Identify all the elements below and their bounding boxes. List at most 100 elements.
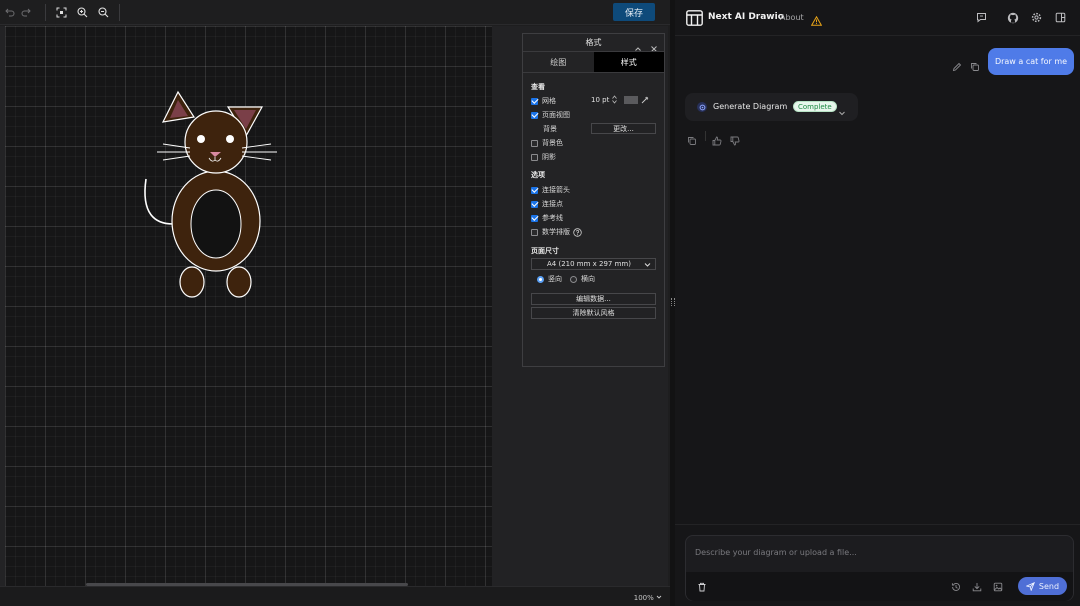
guides-checkbox[interactable] (531, 214, 538, 222)
copy-response-icon[interactable] (687, 131, 697, 150)
options-section-heading: 选项 (531, 171, 545, 179)
tab-diagram[interactable]: 绘图 (523, 52, 594, 72)
about-link[interactable]: About (780, 13, 804, 22)
background-label: 背景 (543, 125, 557, 133)
zoom-level: 100% (633, 594, 654, 602)
status-badge: Complete (793, 101, 837, 112)
chat-composer: Send (685, 535, 1074, 601)
math-checkbox[interactable] (531, 228, 538, 236)
connection-arrows-checkbox[interactable] (531, 186, 538, 194)
shadow-checkbox[interactable] (531, 153, 538, 161)
tab-style[interactable]: 样式 (593, 52, 664, 72)
page-view-checkbox[interactable] (531, 111, 538, 119)
eyedropper-icon[interactable] (641, 96, 649, 104)
help-icon[interactable] (573, 227, 582, 237)
cat-belly (190, 189, 242, 259)
grid-label: 网格 (542, 97, 556, 105)
chevron-down-icon[interactable] (838, 102, 846, 121)
save-button[interactable]: 保存 (613, 3, 655, 21)
grid-checkbox[interactable] (531, 97, 538, 105)
connection-points-label: 连接点 (542, 200, 563, 208)
copy-message-icon[interactable] (970, 57, 980, 76)
github-icon[interactable] (1006, 11, 1019, 24)
shadow-option[interactable]: 阴影 (531, 152, 556, 162)
redo-icon[interactable] (17, 3, 35, 21)
connection-arrows-option[interactable]: 连接箭头 (531, 185, 570, 195)
drawio-editor: 保存 格式 绘图 样式 查看 网格 10 pt 页面视图 背景 更改... 背景… (0, 0, 670, 606)
grid-size-input[interactable]: 10 pt (591, 96, 609, 104)
edit-data-button[interactable]: 编辑数据... (531, 293, 656, 305)
diagram-tool-icon (697, 102, 707, 112)
background-color-checkbox[interactable] (531, 139, 538, 147)
drawio-statusbar: 100% (0, 586, 670, 606)
chat-input-area: Send (675, 524, 1080, 606)
connection-points-option[interactable]: 连接点 (531, 199, 563, 209)
layout-icon[interactable] (1054, 11, 1067, 24)
canvas-page[interactable] (5, 26, 492, 586)
download-icon[interactable] (971, 581, 982, 592)
send-button[interactable]: Send (1018, 577, 1067, 595)
page-size-select[interactable]: A4 (210 mm x 297 mm) (531, 258, 656, 270)
grid-option[interactable]: 网格 (531, 96, 556, 106)
settings-icon[interactable] (1030, 11, 1043, 24)
page-size-value: A4 (210 mm x 297 mm) (547, 260, 631, 268)
format-tabs: 绘图 样式 (523, 51, 664, 73)
stepper-icon[interactable] (612, 95, 618, 104)
tool-call-label: Generate Diagram (713, 102, 788, 111)
page-size-section-heading: 页面尺寸 (531, 247, 559, 255)
grid-color-swatch[interactable] (624, 95, 639, 104)
zoom-out-icon[interactable] (94, 3, 112, 21)
image-upload-icon[interactable] (992, 581, 1003, 592)
fit-icon[interactable] (52, 3, 70, 21)
connection-points-checkbox[interactable] (531, 200, 538, 208)
landscape-radio[interactable] (570, 275, 577, 283)
portrait-radio[interactable] (537, 275, 544, 283)
feedback-divider (705, 131, 706, 141)
math-option[interactable]: 数学排版 (531, 227, 582, 237)
cat-head (184, 110, 248, 174)
clear-default-style-button[interactable]: 清除默认风格 (531, 307, 656, 319)
send-icon (1025, 581, 1035, 591)
warning-icon[interactable] (810, 11, 823, 30)
app-logo-icon (686, 10, 703, 26)
background-color-option[interactable]: 背景色 (531, 138, 563, 148)
orientation-options: 竖向 横向 (537, 274, 595, 284)
cat-left-foot (179, 266, 205, 298)
drawio-toolbar: 保存 (0, 0, 670, 25)
change-background-button[interactable]: 更改... (591, 123, 656, 134)
portrait-label: 竖向 (548, 275, 562, 283)
cat-right-foot (226, 266, 252, 298)
guides-option[interactable]: 参考线 (531, 213, 563, 223)
view-section-heading: 查看 (531, 83, 545, 91)
format-panel-title: 格式 (585, 38, 602, 47)
cat-diagram[interactable] (5, 26, 492, 586)
composer-toolbar: Send (686, 572, 1073, 601)
chat-icon[interactable] (975, 11, 988, 24)
page-view-option[interactable]: 页面视图 (531, 110, 570, 120)
page-view-label: 页面视图 (542, 111, 570, 119)
app-root: 保存 格式 绘图 样式 查看 网格 10 pt 页面视图 背景 更改... 背景… (0, 0, 1080, 606)
send-label: Send (1038, 581, 1060, 591)
zoom-dropdown[interactable]: 100% (634, 594, 662, 602)
cat-tail (144, 178, 174, 225)
trash-icon[interactable] (696, 581, 707, 592)
shadow-label: 阴影 (542, 153, 556, 161)
app-title: Next AI Drawio (708, 12, 784, 22)
chat-header: Next AI Drawio About (675, 0, 1080, 36)
chat-panel: Next AI Drawio About Draw a cat for me G… (675, 0, 1080, 606)
history-icon[interactable] (950, 581, 961, 592)
zoom-in-icon[interactable] (73, 3, 91, 21)
cat-left-eye (197, 135, 205, 143)
connection-arrows-label: 连接箭头 (542, 186, 570, 194)
format-panel: 格式 绘图 样式 查看 网格 10 pt 页面视图 背景 更改... 背景色 阴… (522, 33, 665, 367)
toolbar-divider (119, 4, 120, 21)
background-color-label: 背景色 (542, 139, 563, 147)
thumbs-up-icon[interactable] (712, 131, 722, 150)
thumbs-down-icon[interactable] (730, 131, 740, 150)
chevron-down-icon (656, 595, 662, 599)
tool-call-card[interactable]: Generate Diagram Complete (685, 93, 858, 121)
edit-message-icon[interactable] (952, 57, 962, 76)
chat-input[interactable] (695, 544, 1065, 560)
chevron-down-icon (644, 262, 651, 267)
toolbar-divider (45, 4, 46, 21)
